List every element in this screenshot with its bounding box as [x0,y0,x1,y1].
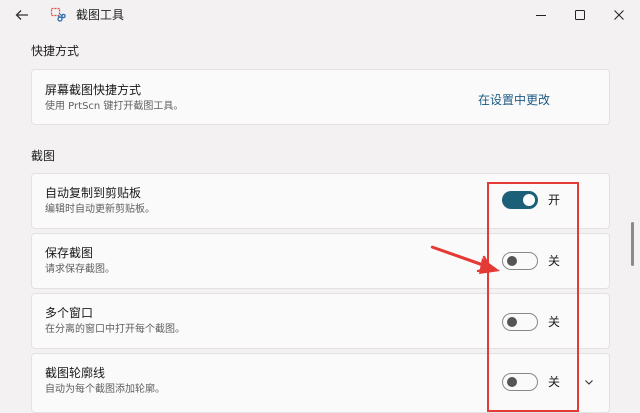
annotation-arrow-icon [430,245,500,274]
scrollbar[interactable] [631,222,634,266]
